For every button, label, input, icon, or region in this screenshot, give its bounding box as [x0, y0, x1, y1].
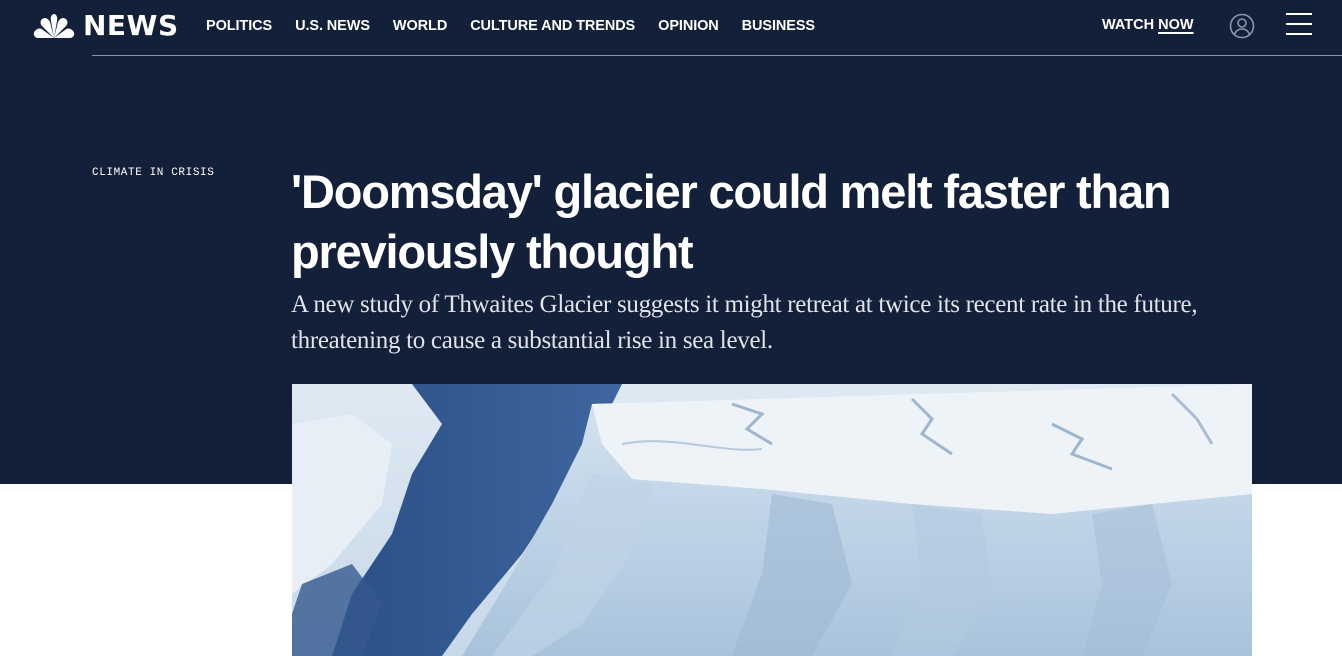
logo-text: NEWS: [83, 9, 179, 42]
nav-item-culture-and-trends[interactable]: CULTURE AND TRENDS: [470, 18, 635, 34]
now-label: NOW: [1158, 17, 1194, 33]
nav-item-world[interactable]: WORLD: [393, 18, 447, 34]
nav-item-us-news[interactable]: U.S. NEWS: [295, 18, 370, 34]
hero-image: [292, 384, 1252, 656]
hamburger-menu-icon[interactable]: [1286, 13, 1312, 37]
article-headline: 'Doomsday' glacier could melt faster tha…: [291, 165, 1172, 278]
nav-item-politics[interactable]: POLITICS: [206, 18, 272, 34]
site-header: NEWS POLITICS U.S. NEWS WORLD CULTURE AN…: [0, 0, 1342, 56]
glacier-photo: [292, 384, 1252, 656]
watch-label: WATCH: [1102, 17, 1155, 33]
peacock-icon: [33, 14, 75, 38]
watch-now-link[interactable]: WATCH NOW: [1102, 17, 1194, 33]
article-dek: A new study of Thwaites Glacier suggests…: [291, 291, 1198, 354]
main-nav: POLITICS U.S. NEWS WORLD CULTURE AND TRE…: [206, 18, 815, 34]
nbc-news-logo[interactable]: NEWS: [33, 10, 179, 42]
nav-item-business[interactable]: BUSINESS: [742, 18, 815, 34]
section-eyebrow[interactable]: CLIMATE IN CRISIS: [92, 167, 214, 179]
nav-item-opinion[interactable]: OPINION: [658, 18, 719, 34]
header-divider: [92, 55, 1342, 56]
account-icon[interactable]: [1229, 13, 1255, 39]
